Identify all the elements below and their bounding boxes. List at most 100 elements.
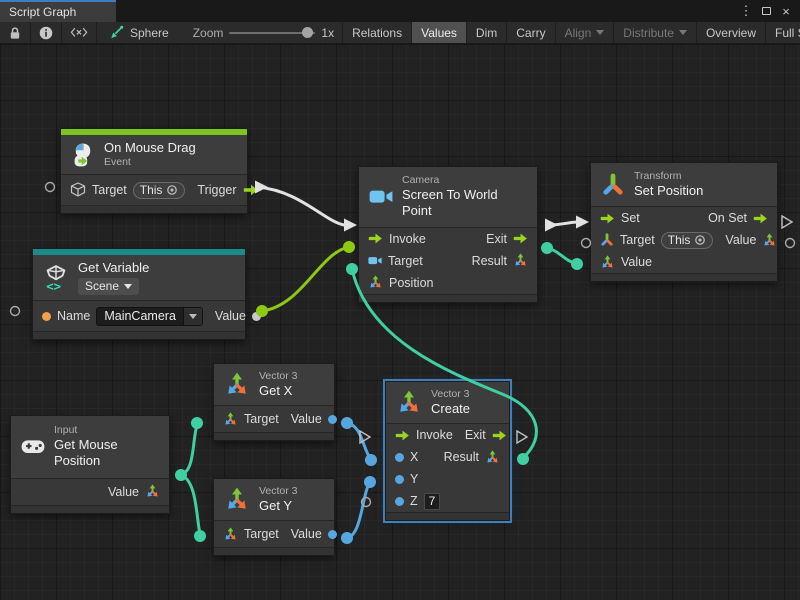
flow-arrow-icon[interactable]	[513, 231, 528, 246]
wire-result-to-value[interactable]	[547, 248, 577, 264]
values-button[interactable]: Values	[412, 22, 467, 43]
wire-endpoint[interactable]	[341, 417, 353, 429]
z-port-label: Z	[410, 494, 418, 508]
wire-variable-to-camera-target[interactable]	[262, 247, 349, 311]
node-set-position[interactable]: Transform Set Position Set On Set	[590, 162, 778, 282]
dim-button[interactable]: Dim	[467, 22, 507, 43]
node-get-y[interactable]: Vector 3 Get Y Target Value	[213, 478, 335, 556]
wire-endpoint[interactable]	[175, 469, 187, 481]
unconnected-flow-exit[interactable]	[517, 431, 527, 443]
wire-endpoint[interactable]	[571, 258, 583, 270]
wire-endpoint[interactable]	[364, 476, 376, 488]
wire-endpoint[interactable]	[346, 263, 358, 275]
info-button[interactable]	[31, 22, 62, 43]
flow-arrow-icon[interactable]	[492, 428, 507, 443]
value-port-label: Value	[291, 527, 322, 541]
node-category: Camera	[402, 174, 527, 187]
graph-target-label[interactable]: Sphere	[130, 22, 179, 43]
distribute-dropdown[interactable]: Distribute	[614, 22, 697, 43]
relations-button[interactable]: Relations	[343, 22, 412, 43]
flow-arrow-icon[interactable]	[368, 231, 383, 246]
graph-canvas[interactable]: On Mouse Drag Event Target This Trigger	[0, 44, 800, 600]
wire-getx-to-x[interactable]	[347, 423, 370, 458]
node-get-x[interactable]: Vector 3 Get X Target Value	[213, 363, 335, 441]
y-port[interactable]	[395, 475, 404, 484]
node-screen-to-world-point[interactable]: Camera Screen To World Point Invoke Exit	[358, 166, 538, 303]
target-this-chip[interactable]: This	[133, 182, 186, 199]
node-vector3-create[interactable]: Vector 3 Create Invoke Exit X	[385, 381, 510, 521]
tab-script-graph[interactable]: Script Graph	[0, 0, 116, 22]
zoom-slider-handle[interactable]	[302, 27, 313, 38]
unconnected-port-name[interactable]	[11, 307, 20, 316]
unconnected-port-z[interactable]	[362, 498, 371, 507]
wire-endpoint[interactable]	[343, 241, 355, 253]
vector3-icon[interactable]	[762, 233, 777, 248]
wire-endpoint[interactable]	[341, 532, 353, 544]
wire-endpoint[interactable]	[517, 453, 529, 465]
node-title: On Mouse Drag	[104, 140, 196, 156]
variable-scope-dropdown[interactable]: Scene	[78, 278, 139, 295]
camera-port-icon[interactable]	[368, 255, 382, 266]
invoke-port-label: Invoke	[389, 232, 426, 246]
zoom-slider[interactable]	[229, 32, 315, 34]
unconnected-flow-invoke[interactable]	[360, 431, 370, 443]
vector3-icon	[396, 390, 422, 416]
vector3-icon[interactable]	[223, 412, 238, 427]
vector3-icon[interactable]	[600, 255, 615, 270]
wire-trigger-to-invoke[interactable]	[258, 187, 344, 225]
wire-endpoint[interactable]	[365, 454, 377, 466]
chevron-down-icon	[124, 284, 132, 289]
target-icon	[694, 234, 706, 246]
wire-mouse-to-gety[interactable]	[181, 475, 200, 534]
unconnected-flow-onset[interactable]	[782, 216, 792, 228]
name-port[interactable]	[42, 312, 51, 321]
maximize-icon[interactable]	[758, 3, 774, 19]
lock-button[interactable]	[0, 22, 31, 43]
y-port-label: Y	[410, 472, 418, 486]
fullscreen-button[interactable]: Full Screen	[766, 22, 800, 43]
vector3-icon[interactable]	[485, 450, 500, 465]
vector3-icon[interactable]	[513, 253, 528, 268]
wire-endpoint[interactable]	[194, 530, 206, 542]
zoom-label: Zoom	[193, 26, 224, 40]
overview-button[interactable]: Overview	[697, 22, 766, 43]
node-get-variable[interactable]: <> Get Variable Scene Name MainCamera	[32, 248, 246, 340]
unconnected-port-target[interactable]	[46, 183, 55, 192]
transform-port-icon[interactable]	[600, 233, 614, 247]
wire-gety-to-y[interactable]	[347, 482, 370, 538]
value-port[interactable]	[328, 415, 337, 424]
z-port[interactable]	[395, 497, 404, 506]
graph-target-icon	[97, 22, 130, 43]
carry-button[interactable]: Carry	[507, 22, 555, 43]
target-this-chip[interactable]: This	[661, 232, 714, 249]
vector3-icon[interactable]	[368, 275, 383, 290]
wire-mouse-to-getx[interactable]	[181, 425, 197, 475]
code-preview-button[interactable]	[62, 22, 97, 43]
code-icon	[70, 26, 88, 39]
close-icon[interactable]: ×	[778, 3, 794, 19]
flow-arrow-icon[interactable]	[395, 428, 410, 443]
align-dropdown[interactable]: Align	[556, 22, 615, 43]
value-port[interactable]	[252, 312, 261, 321]
vector3-icon[interactable]	[223, 527, 238, 542]
wire-endpoint[interactable]	[191, 417, 203, 429]
graph-toolbar: Sphere Zoom 1x Relations Values Dim Carr…	[0, 22, 800, 44]
node-get-mouse-position[interactable]: Input Get Mouse Position Value	[10, 415, 170, 514]
target-port-label: Target	[620, 233, 655, 247]
variable-name-dropdown[interactable]: MainCamera	[96, 307, 203, 326]
target-port-label: Target	[244, 412, 279, 426]
flow-arrow-icon[interactable]	[243, 182, 259, 198]
z-value-field[interactable]: 7	[424, 493, 441, 510]
node-on-mouse-drag[interactable]: On Mouse Drag Event Target This Trigger	[60, 128, 248, 214]
unconnected-port-value[interactable]	[786, 239, 795, 248]
value-port[interactable]	[328, 530, 337, 539]
vector3-icon[interactable]	[145, 484, 160, 499]
x-port[interactable]	[395, 453, 404, 462]
flow-arrow-icon[interactable]	[753, 211, 768, 226]
value-out-port-label: Value	[725, 233, 756, 247]
kebab-menu-icon[interactable]: ⋮	[738, 3, 754, 19]
flow-arrow-icon[interactable]	[600, 211, 615, 226]
flow-arrowhead	[545, 219, 558, 232]
wire-endpoint[interactable]	[541, 242, 553, 254]
wire-exit-to-set[interactable]	[548, 222, 578, 225]
